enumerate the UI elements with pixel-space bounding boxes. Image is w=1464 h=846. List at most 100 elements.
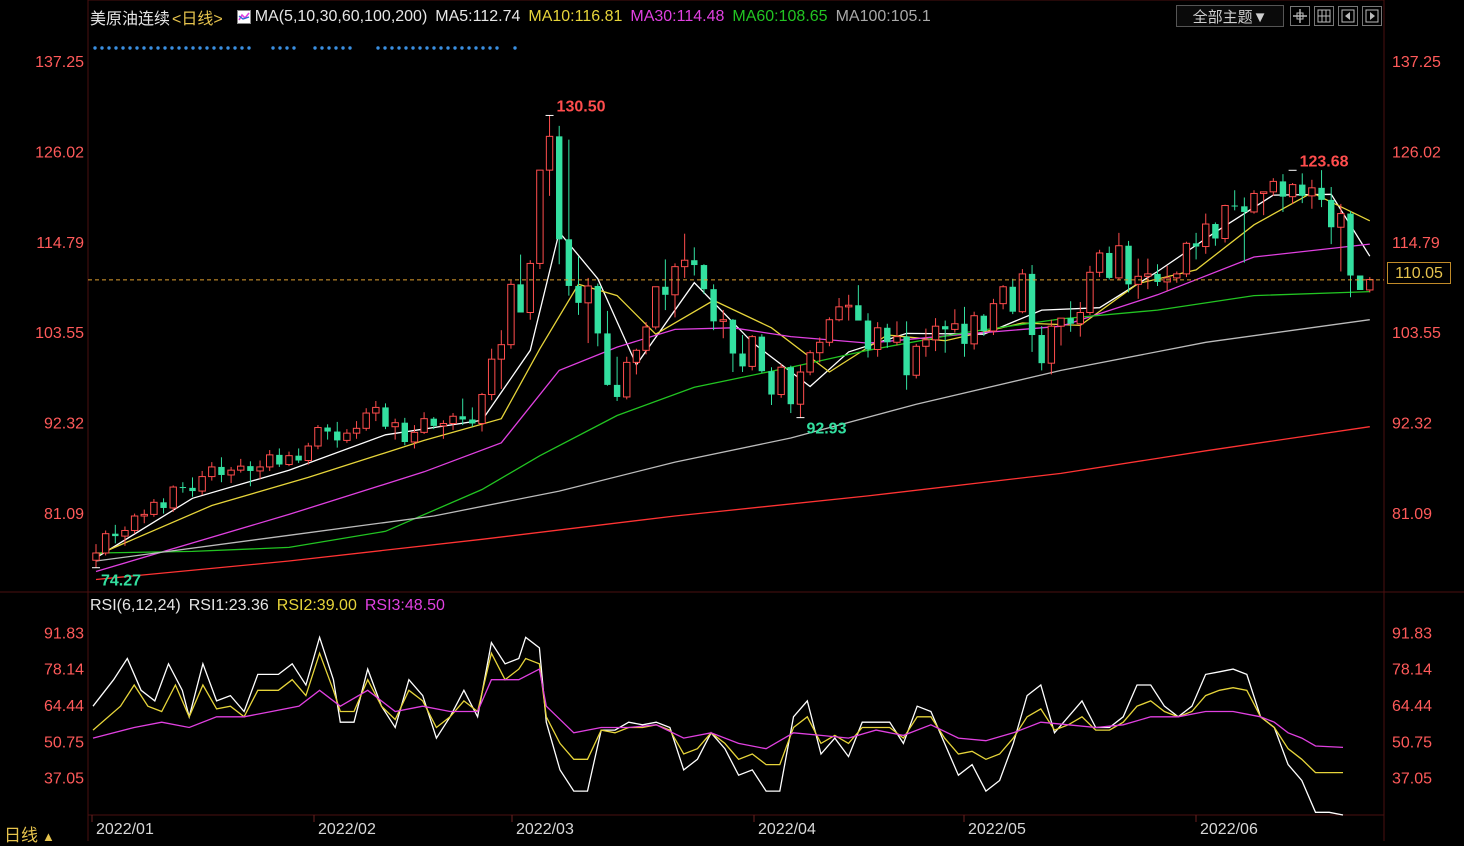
date-tick-label: 2022/03: [516, 821, 574, 838]
date-tick-label: 2022/06: [1200, 821, 1258, 838]
candle: [806, 350, 814, 376]
candle: [671, 263, 679, 318]
candle: [710, 284, 717, 331]
candle: [652, 286, 660, 330]
layout-tool-icon[interactable]: [1314, 6, 1334, 26]
candle: [768, 367, 775, 405]
candle: [169, 485, 177, 512]
candle-body: [613, 384, 621, 397]
candle-body: [1173, 273, 1181, 279]
candle-body: [189, 487, 196, 492]
rsi-params[interactable]: RSI(6,12,24): [90, 597, 181, 615]
candle: [729, 318, 737, 373]
candle-body: [362, 412, 370, 429]
candle-body: [1328, 199, 1335, 228]
signal-dot: [170, 46, 174, 50]
price-tick-label-left: 92.32: [44, 416, 84, 433]
candle: [1366, 277, 1374, 293]
candle: [893, 321, 901, 346]
candle-body: [758, 336, 766, 372]
candle: [218, 457, 225, 483]
signal-dot: [432, 46, 436, 50]
signal-dot: [348, 46, 352, 50]
candle: [517, 254, 524, 313]
candle-body: [691, 260, 698, 266]
signal-dot: [184, 46, 188, 50]
candle-body: [556, 136, 563, 240]
candle-body: [536, 169, 544, 264]
candle-body: [507, 283, 515, 346]
signal-dot: [383, 46, 387, 50]
candle-body: [1095, 252, 1104, 273]
signal-dot: [488, 46, 492, 50]
ma30-value: MA30:114.48: [630, 8, 725, 25]
indicator-icon[interactable]: [236, 10, 251, 24]
candle-body: [92, 552, 100, 561]
signal-dot: [467, 46, 471, 50]
candle-body: [430, 418, 437, 426]
price-tick-label-left: 137.25: [35, 54, 84, 71]
candle-body: [825, 319, 834, 343]
signal-dot: [226, 46, 230, 50]
rsi-tick-label-right: 78.14: [1392, 662, 1432, 679]
candle-body: [680, 259, 689, 268]
period-label[interactable]: <日线>: [172, 5, 223, 29]
candle-body: [1057, 317, 1065, 327]
symbol-name[interactable]: 美原油连续: [90, 5, 170, 29]
ma10-line: [95, 191, 1371, 556]
next-tool-icon[interactable]: [1362, 6, 1382, 26]
candle-body: [150, 501, 158, 515]
candle-body: [218, 466, 225, 475]
candle-body: [710, 289, 717, 322]
candle: [565, 139, 573, 296]
candle-body: [942, 326, 949, 330]
candle-body: [140, 513, 148, 517]
candle: [912, 343, 920, 379]
signal-dot: [163, 46, 167, 50]
candle: [526, 260, 534, 320]
candle: [160, 498, 167, 514]
signal-dot: [149, 46, 153, 50]
candle-body: [1115, 245, 1123, 279]
price-tick-label-right: 137.25: [1392, 54, 1441, 71]
candle: [604, 310, 611, 386]
candle-body: [410, 431, 419, 443]
price-tick-label-left: 103.55: [35, 325, 84, 342]
candle-body: [334, 431, 341, 441]
period-switch[interactable]: 日线 ▲: [4, 821, 55, 846]
candle-body: [227, 469, 235, 476]
candle: [362, 408, 370, 431]
candle: [1018, 269, 1027, 314]
ma10-value: MA10:116.81: [528, 8, 623, 25]
candle-body: [469, 419, 476, 424]
candle: [999, 285, 1007, 310]
ma-params[interactable]: MA(5,10,30,60,100,200): [255, 8, 428, 26]
date-tick-label: 2022/05: [968, 821, 1026, 838]
signal-dot: [177, 46, 181, 50]
candle: [198, 470, 206, 496]
candle-body: [729, 319, 737, 354]
crosshair-tool-icon[interactable]: [1290, 6, 1310, 26]
candle: [1009, 278, 1016, 315]
theme-select-button[interactable]: 全部主题▼: [1176, 5, 1284, 27]
prev-tool-icon[interactable]: [1338, 6, 1358, 26]
candle: [1347, 211, 1354, 298]
candle-body: [179, 487, 187, 489]
candle-body: [748, 336, 756, 367]
candle: [825, 317, 834, 347]
candle: [1115, 232, 1123, 281]
signal-dot: [292, 46, 296, 50]
candle: [922, 328, 930, 357]
candle-body: [1279, 181, 1287, 197]
annotation-label: 130.50: [557, 98, 606, 115]
candle: [1086, 265, 1094, 315]
candle: [632, 348, 641, 375]
candle: [1250, 190, 1258, 214]
rsi3-value: RSI3:48.50: [364, 597, 445, 614]
signal-dot: [135, 46, 139, 50]
candle-body: [961, 323, 968, 344]
candle-body: [980, 315, 987, 331]
candle-body: [565, 239, 573, 286]
rsi2-line: [92, 651, 1343, 774]
ma5-value: MA5:112.74: [435, 8, 521, 25]
